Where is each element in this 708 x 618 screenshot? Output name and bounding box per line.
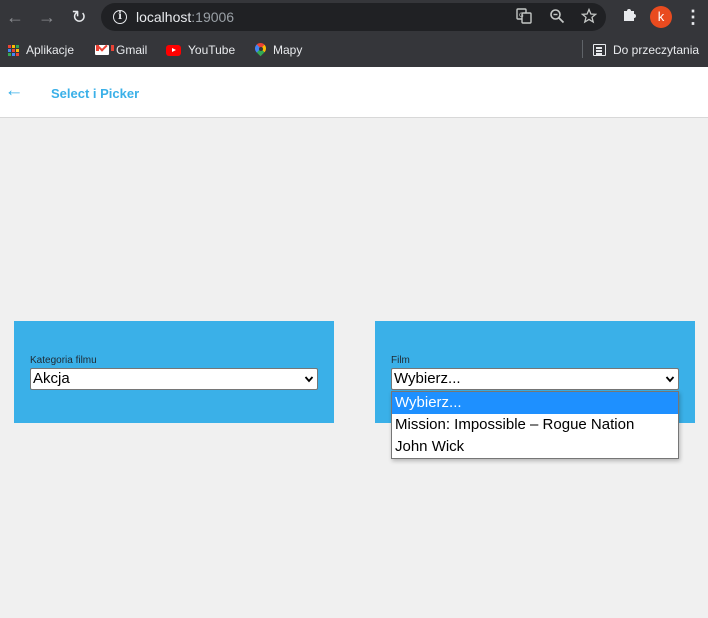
youtube-icon bbox=[166, 44, 181, 56]
dropdown-option[interactable]: John Wick bbox=[392, 436, 678, 458]
forward-arrow-icon[interactable]: → bbox=[36, 6, 58, 28]
bookmark-label: YouTube bbox=[188, 43, 236, 57]
bookmarks-bar: Aplikacje Gmail YouTube Mapy Do przeczyt… bbox=[0, 34, 708, 67]
url-text[interactable]: localhost:19006 bbox=[136, 9, 234, 25]
bookmark-label: Mapy bbox=[273, 43, 303, 57]
dropdown-option[interactable]: Wybierz... bbox=[392, 392, 678, 414]
chevron-down-icon bbox=[665, 376, 675, 383]
category-select[interactable]: Akcja bbox=[30, 368, 318, 390]
film-label: Film bbox=[391, 355, 410, 366]
info-icon[interactable]: i bbox=[113, 10, 127, 24]
page-title: Select i Picker bbox=[51, 86, 140, 101]
bookmark-star-icon[interactable] bbox=[580, 7, 598, 26]
reading-list-button[interactable]: Do przeczytania bbox=[593, 41, 699, 59]
bookmark-label: Aplikacje bbox=[26, 43, 75, 57]
reading-list-icon bbox=[593, 44, 606, 56]
reading-list-label: Do przeczytania bbox=[613, 43, 700, 57]
menu-dots-icon[interactable]: ⋮ bbox=[684, 6, 702, 28]
gmail-icon bbox=[95, 45, 114, 55]
film-dropdown-list: Wybierz... Mission: Impossible – Rogue N… bbox=[391, 391, 679, 459]
bookmark-label: Gmail bbox=[116, 43, 148, 57]
film-select[interactable]: Wybierz... bbox=[391, 368, 679, 390]
bookmark-gmail[interactable]: Gmail bbox=[95, 41, 147, 59]
puzzle-icon[interactable] bbox=[619, 6, 639, 28]
bookmarks-divider bbox=[582, 40, 583, 58]
address-bar[interactable]: i localhost:19006 G bbox=[101, 3, 606, 31]
bookmark-mapy[interactable]: Mapy bbox=[255, 41, 302, 59]
url-host: localhost bbox=[136, 9, 192, 25]
back-arrow-icon[interactable]: ← bbox=[4, 81, 24, 101]
category-label: Kategoria filmu bbox=[30, 355, 97, 366]
svg-text:G: G bbox=[519, 12, 524, 19]
reload-icon[interactable]: ↻ bbox=[68, 6, 90, 28]
apps-grid-icon bbox=[8, 44, 19, 56]
maps-icon bbox=[255, 43, 266, 57]
bookmark-aplikacje[interactable]: Aplikacje bbox=[8, 41, 74, 59]
chevron-down-icon bbox=[304, 376, 314, 383]
film-select-value: Wybierz... bbox=[394, 370, 461, 387]
back-arrow-icon[interactable]: ← bbox=[4, 6, 26, 28]
zoom-icon[interactable] bbox=[548, 8, 566, 26]
bookmark-youtube[interactable]: YouTube bbox=[166, 41, 235, 59]
dropdown-option[interactable]: Mission: Impossible – Rogue Nation bbox=[392, 414, 678, 436]
browser-toolbar: ← → ↻ i localhost:19006 G k ⋮ bbox=[0, 0, 708, 34]
category-select-value: Akcja bbox=[33, 370, 70, 387]
translate-icon[interactable]: G bbox=[515, 8, 533, 26]
app-header: ← Select i Picker bbox=[0, 67, 708, 118]
category-panel: Kategoria filmu Akcja bbox=[14, 321, 334, 423]
url-port: :19006 bbox=[191, 9, 235, 25]
avatar[interactable]: k bbox=[650, 6, 672, 28]
